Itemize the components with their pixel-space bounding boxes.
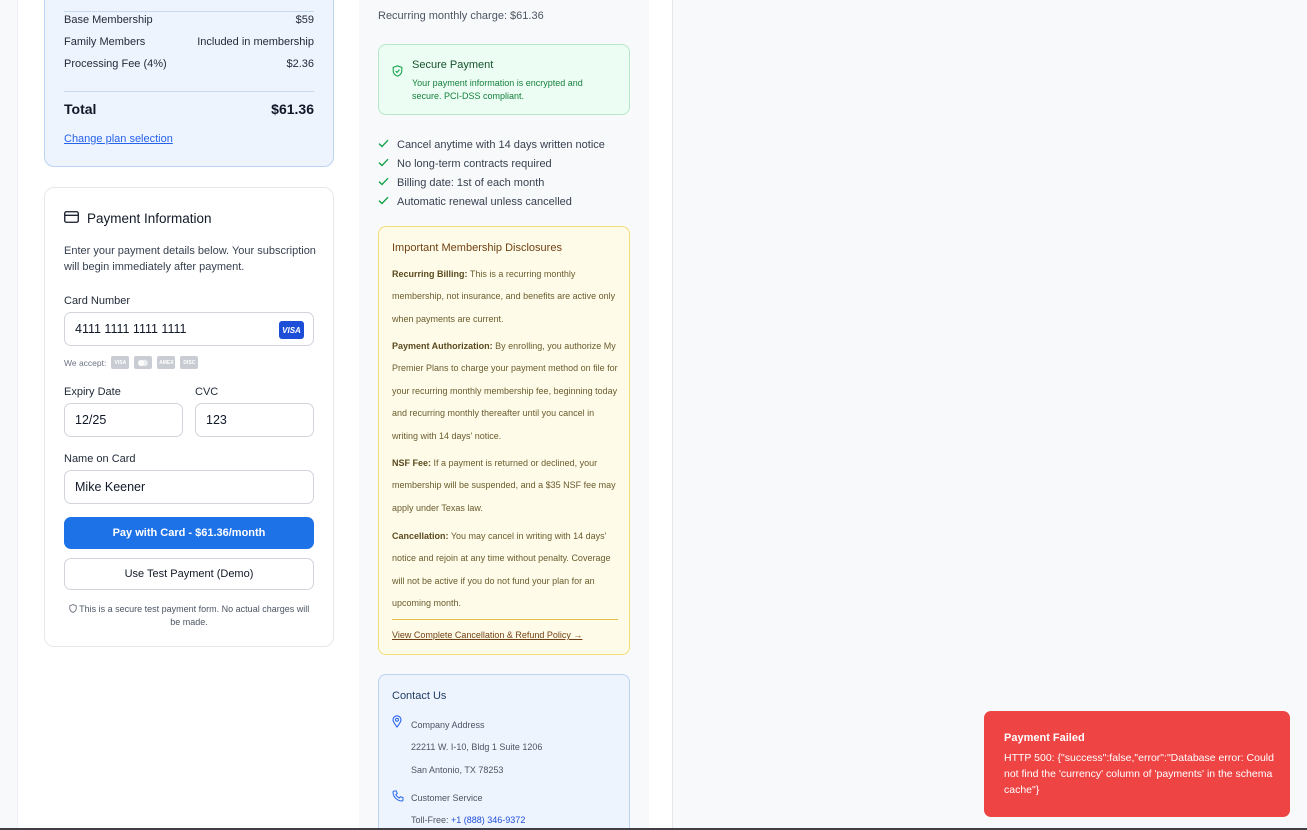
total-divider: [64, 91, 314, 92]
disclosures-title: Important Membership Disclosures: [392, 242, 562, 254]
contact-title: Contact Us: [392, 690, 447, 702]
checklist-item: Automatic renewal unless cancelled: [378, 192, 605, 211]
toast-message: HTTP 500: {"success":false,"error":"Data…: [1004, 752, 1274, 796]
secure-note: This is a secure test payment form. No a…: [64, 603, 314, 629]
summary-value: $2.36: [286, 58, 314, 70]
name-on-card-input[interactable]: Mike Keener: [64, 470, 314, 504]
summary-value: Included in membership: [197, 36, 314, 48]
checklist-item: Cancel anytime with 14 days written noti…: [378, 135, 605, 154]
cvc-input[interactable]: 123: [195, 403, 314, 437]
summary-total: Total $61.36: [64, 101, 314, 117]
check-icon: [378, 177, 389, 189]
summary-row-fee: Processing Fee (4%) $2.36: [64, 58, 314, 70]
total-label: Total: [64, 101, 97, 117]
map-pin-icon: [392, 715, 402, 733]
amex-logo-icon: AMEX: [157, 356, 176, 369]
check-icon: [378, 139, 389, 151]
left-column: Base Membership $59 Family Members Inclu…: [18, 0, 360, 828]
contact-box: Contact Us Company Address 22211 W. I-10…: [378, 674, 630, 830]
toast-title: Payment Failed: [1004, 732, 1085, 744]
card-number-value: 4111 1111 1111 1111: [75, 322, 187, 336]
secure-payment-text: Your payment information is encrypted an…: [412, 78, 583, 101]
check-icon: [378, 196, 389, 208]
test-payment-button[interactable]: Use Test Payment (Demo): [64, 558, 314, 590]
disclosure-head: Payment Authorization:: [392, 341, 493, 351]
mastercard-logo-icon: [134, 356, 153, 369]
expiry-input[interactable]: 12/25: [64, 403, 183, 437]
disclosure-divider: [392, 619, 618, 620]
disclosure-nsf: NSF Fee: If a payment is returned or dec…: [392, 452, 620, 519]
total-value: $61.36: [271, 101, 314, 117]
summary-divider: [64, 11, 314, 12]
disclosure-authorization: Payment Authorization: By enrolling, you…: [392, 335, 620, 447]
expiry-label: Expiry Date: [64, 386, 121, 398]
checklist-item: Billing date: 1st of each month: [378, 173, 605, 192]
disclosure-cancellation: Cancellation: You may cancel in writing …: [392, 525, 620, 615]
secure-payment-title: Secure Payment: [412, 59, 494, 71]
error-toast[interactable]: Payment Failed HTTP 500: {"success":fals…: [984, 711, 1290, 817]
name-on-card-label: Name on Card: [64, 453, 136, 465]
shield-check-icon: [392, 64, 403, 82]
checklist-text: Cancel anytime with 14 days written noti…: [397, 138, 605, 151]
cancellation-policy-link[interactable]: View Complete Cancellation & Refund Poli…: [392, 630, 582, 640]
benefits-checklist: Cancel anytime with 14 days written noti…: [378, 135, 605, 211]
checkout-page: Base Membership $59 Family Members Inclu…: [17, 0, 673, 830]
disclosure-text: You may cancel in writing with 14 days' …: [392, 531, 611, 609]
disclosure-text: By enrolling, you authorize My Premier P…: [392, 341, 618, 441]
summary-row-family: Family Members Included in membership: [64, 36, 314, 48]
summary-label: Base Membership: [64, 14, 153, 26]
disclosures-box: Important Membership Disclosures Recurri…: [378, 226, 630, 655]
accept-label: We accept:: [64, 357, 107, 368]
expiry-value: 12/25: [75, 413, 107, 427]
customer-service-label: Customer Service: [411, 793, 483, 803]
right-column: Recurring monthly charge: $61.36 Secure …: [359, 0, 649, 830]
cvc-value: 123: [206, 413, 227, 427]
check-icon: [378, 158, 389, 170]
address-line-1: 22211 W. I-10, Bldg 1 Suite 1206: [411, 742, 543, 752]
visa-icon: VISA: [279, 321, 304, 339]
recurring-charge: Recurring monthly charge: $61.36: [378, 10, 544, 22]
card-number-label: Card Number: [64, 295, 131, 307]
summary-label: Family Members: [64, 36, 146, 48]
disclosure-head: NSF Fee:: [392, 458, 432, 468]
checklist-text: No long-term contracts required: [397, 157, 552, 170]
discover-logo-icon: DISC: [180, 356, 199, 369]
checklist-text: Billing date: 1st of each month: [397, 176, 545, 189]
summary-row-base: Base Membership $59: [64, 14, 314, 26]
checklist-text: Automatic renewal unless cancelled: [397, 195, 572, 208]
shield-icon: [69, 604, 79, 614]
address-label: Company Address: [411, 720, 485, 730]
summary-value: $59: [295, 14, 314, 26]
change-plan-link[interactable]: Change plan selection: [64, 133, 173, 145]
cvc-label: CVC: [195, 386, 219, 398]
accepted-cards: We accept: VISA AMEX DISC: [64, 356, 199, 369]
checklist-item: No long-term contracts required: [378, 154, 605, 173]
disclosure-head: Recurring Billing:: [392, 269, 468, 279]
order-summary-card: Base Membership $59 Family Members Inclu…: [44, 0, 334, 167]
payment-description: Enter your payment details below. Your s…: [64, 245, 316, 273]
toll-free-row: Toll-Free: +1 (888) 346-9372: [411, 815, 525, 825]
toll-free-label: Toll-Free:: [411, 815, 452, 825]
disclosure-head: Cancellation:: [392, 531, 449, 541]
card-number-input[interactable]: 4111 1111 1111 1111 VISA: [64, 312, 314, 346]
phone-icon: [392, 789, 404, 807]
secure-note-text: This is a secure test payment form. No a…: [79, 604, 310, 627]
credit-card-icon: [64, 211, 79, 226]
visa-logo-icon: VISA: [111, 356, 130, 369]
toll-free-number[interactable]: +1 (888) 346-9372: [451, 815, 525, 825]
payment-title: Payment Information: [64, 211, 212, 226]
payment-title-text: Payment Information: [87, 211, 212, 226]
address-line-2: San Antonio, TX 78253: [411, 765, 504, 775]
name-on-card-value: Mike Keener: [75, 480, 146, 494]
summary-label: Processing Fee (4%): [64, 58, 167, 70]
secure-payment-box: Secure Payment Your payment information …: [378, 44, 630, 115]
disclosure-recurring: Recurring Billing: This is a recurring m…: [392, 263, 620, 330]
pay-with-card-button[interactable]: Pay with Card - $61.36/month: [64, 517, 314, 549]
payment-card: Payment Information Enter your payment d…: [44, 187, 334, 647]
